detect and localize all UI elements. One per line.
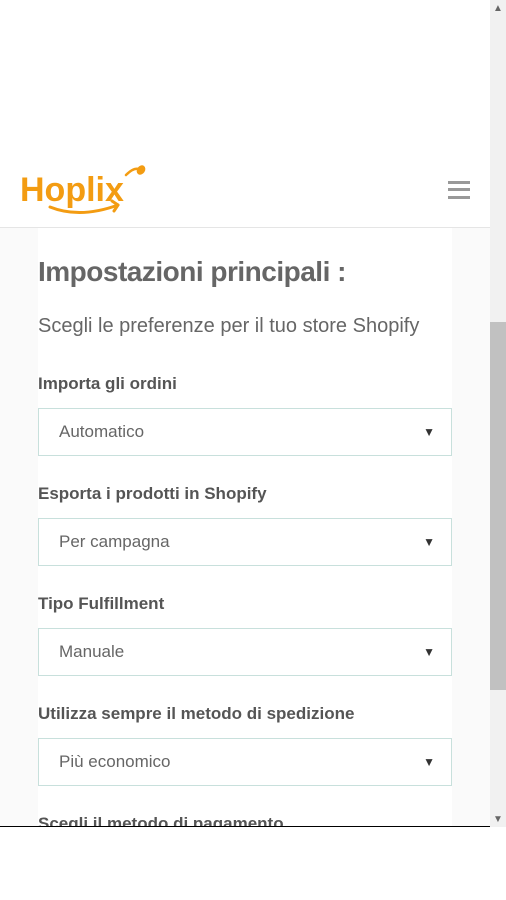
field-label-fulfillment-type: Tipo Fulfillment bbox=[38, 594, 452, 614]
field-shipping-method: Utilizza sempre il metodo di spedizione … bbox=[38, 704, 452, 786]
page-subtitle: Scegli le preferenze per il tuo store Sh… bbox=[38, 310, 452, 342]
hamburger-menu-icon[interactable] bbox=[448, 181, 470, 199]
select-value: Automatico bbox=[59, 422, 144, 442]
chevron-down-icon: ▼ bbox=[423, 645, 435, 659]
select-import-orders[interactable]: Automatico ▼ bbox=[38, 408, 452, 456]
header-bar: Hoplix bbox=[0, 152, 490, 228]
top-whitespace bbox=[0, 0, 490, 76]
bottom-divider bbox=[0, 826, 490, 827]
field-export-products: Esporta i prodotti in Shopify Per campag… bbox=[38, 484, 452, 566]
chevron-down-icon: ▼ bbox=[423, 425, 435, 439]
scrollbar-arrow-down-icon[interactable]: ▼ bbox=[490, 811, 506, 827]
select-value: Manuale bbox=[59, 642, 124, 662]
scrollbar-track[interactable]: ▲ ▼ bbox=[490, 0, 506, 827]
field-label-export-products: Esporta i prodotti in Shopify bbox=[38, 484, 452, 504]
field-fulfillment-type: Tipo Fulfillment Manuale ▼ bbox=[38, 594, 452, 676]
settings-card: Impostazioni principali : Scegli le pref… bbox=[38, 228, 452, 827]
chevron-down-icon: ▼ bbox=[423, 535, 435, 549]
field-label-shipping-method: Utilizza sempre il metodo di spedizione bbox=[38, 704, 452, 724]
scrollbar-thumb[interactable] bbox=[490, 322, 506, 690]
content-area: Impostazioni principali : Scegli le pref… bbox=[0, 228, 490, 827]
page-title: Impostazioni principali : bbox=[38, 256, 452, 288]
brand-logo[interactable]: Hoplix bbox=[20, 163, 150, 217]
field-label-import-orders: Importa gli ordini bbox=[38, 374, 452, 394]
hoplix-logo-icon: Hoplix bbox=[20, 163, 150, 217]
select-export-products[interactable]: Per campagna ▼ bbox=[38, 518, 452, 566]
select-value: Più economico bbox=[59, 752, 171, 772]
select-fulfillment-type[interactable]: Manuale ▼ bbox=[38, 628, 452, 676]
chevron-down-icon: ▼ bbox=[423, 755, 435, 769]
field-import-orders: Importa gli ordini Automatico ▼ bbox=[38, 374, 452, 456]
select-value: Per campagna bbox=[59, 532, 170, 552]
scrollbar-arrow-up-icon[interactable]: ▲ bbox=[490, 0, 506, 16]
svg-text:Hoplix: Hoplix bbox=[20, 171, 124, 209]
select-shipping-method[interactable]: Più economico ▼ bbox=[38, 738, 452, 786]
